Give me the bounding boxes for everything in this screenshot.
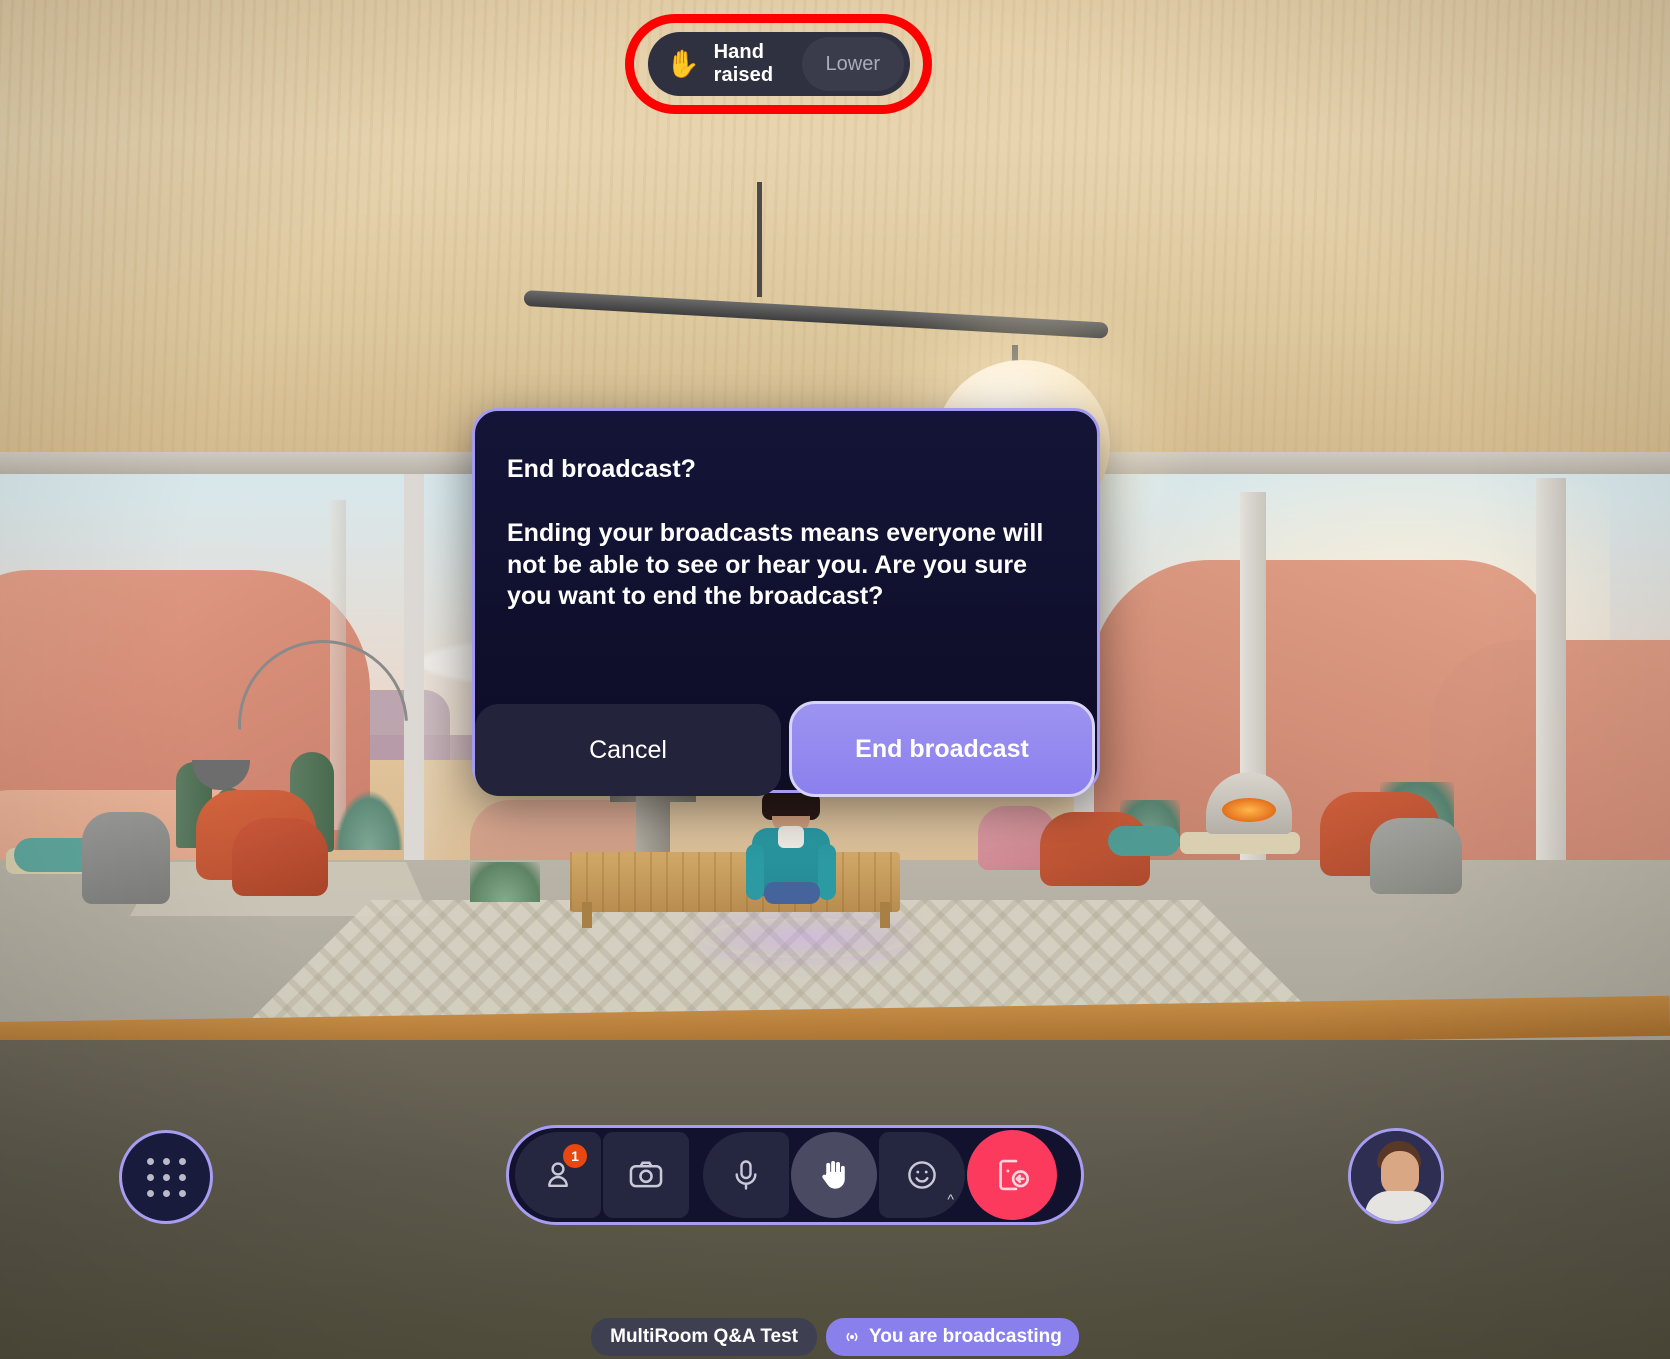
dialog-actions: Cancel End broadcast (475, 701, 1103, 797)
avatar-collar (778, 826, 804, 848)
reactions-button[interactable]: ^ (879, 1132, 965, 1218)
coffee-table (1180, 832, 1300, 854)
vr-session-screen: ✋ Hand raised Lower End broadcast? Endin… (0, 0, 1670, 1359)
camera-icon (629, 1161, 663, 1188)
pillar (1536, 478, 1566, 898)
raised-hand-icon (822, 1160, 845, 1189)
dialog-title: End broadcast? (507, 455, 696, 483)
orange-armchair (232, 818, 328, 896)
participants-button[interactable]: 1 (515, 1132, 601, 1218)
teal-ottoman (1108, 826, 1180, 856)
microphone-icon (735, 1160, 757, 1190)
broadcast-status-label: You are broadcasting (869, 1326, 1062, 1347)
hand-raised-banner: ✋ Hand raised Lower (648, 32, 910, 96)
grid-dots-icon (146, 1157, 186, 1197)
avatar-torso (1365, 1191, 1435, 1221)
chevron-up-icon: ^ (947, 1191, 954, 1207)
floor-portal-ring (700, 918, 910, 958)
user-avatar-button[interactable] (1348, 1128, 1444, 1224)
participants-badge: 1 (563, 1144, 587, 1168)
raise-hand-button[interactable] (791, 1132, 877, 1218)
lower-hand-button[interactable]: Lower (801, 37, 904, 91)
leave-session-button[interactable] (967, 1130, 1057, 1220)
cancel-button[interactable]: Cancel (475, 704, 781, 796)
camera-button[interactable] (603, 1132, 689, 1218)
avatar-arm (746, 844, 764, 900)
avatar-lap (764, 882, 820, 904)
end-broadcast-button[interactable]: End broadcast (789, 701, 1095, 797)
main-toolbar: 1 ^ (506, 1125, 1084, 1225)
smiley-icon (908, 1161, 936, 1189)
bench-leg (582, 902, 592, 928)
hand-raised-label: Hand raised (713, 41, 774, 86)
apps-menu-button[interactable] (119, 1130, 213, 1224)
fire-glow (1222, 798, 1276, 822)
end-broadcast-dialog: End broadcast? Ending your broadcasts me… (472, 408, 1100, 797)
avatar-arm (818, 844, 836, 900)
broadcast-signal-icon (846, 1332, 858, 1342)
grey-armchair (1370, 818, 1462, 894)
bench-leg (880, 902, 890, 928)
avatar-face (1381, 1151, 1419, 1195)
status-bar: MultiRoom Q&A Test You are broadcasting (0, 1318, 1670, 1356)
light-rod (757, 182, 762, 297)
leave-door-icon (999, 1159, 1030, 1191)
raised-hand-emoji: ✋ (666, 48, 700, 79)
grey-armchair (82, 812, 170, 904)
broadcast-status-badge: You are broadcasting (826, 1318, 1079, 1356)
microphone-button[interactable] (703, 1132, 789, 1218)
plant (470, 862, 540, 902)
room-name-badge: MultiRoom Q&A Test (591, 1318, 818, 1356)
wooden-bench (570, 852, 900, 912)
dialog-body-text: Ending your broadcasts means everyone wi… (507, 519, 1044, 610)
